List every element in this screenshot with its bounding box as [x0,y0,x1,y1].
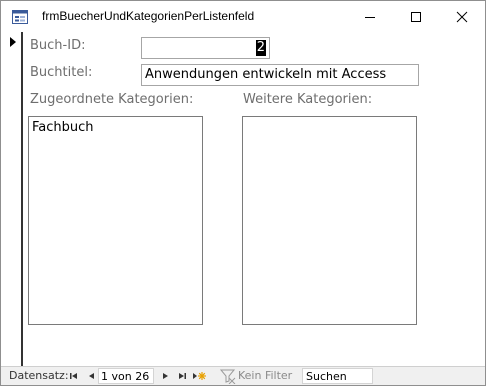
last-record-icon [179,373,186,379]
more-categories-label: Weitere Kategorien: [243,92,373,107]
next-record-icon [163,373,168,379]
minimize-icon [365,17,375,18]
next-record-button[interactable] [159,370,171,382]
new-record-icon [193,372,206,380]
record-navigation-bar: Datensatz: 1 von 26 Kein Filter Suchen [1,366,485,385]
list-item[interactable]: Fachbuch [29,117,202,135]
last-record-button[interactable] [176,370,188,382]
close-button[interactable] [439,1,485,32]
record-selector[interactable] [1,32,23,366]
form-body: Buch-ID: 2 Buchtitel: Anwendungen entwic… [1,32,485,366]
minimize-button[interactable] [347,1,393,32]
previous-record-icon [89,373,94,379]
no-filter-icon [219,368,236,385]
more-categories-listbox[interactable] [242,116,417,325]
book-title-label: Buchtitel: [30,65,93,80]
new-record-button[interactable] [192,370,206,382]
record-label: Datensatz: [9,369,69,382]
close-icon [456,11,468,23]
maximize-button[interactable] [393,1,439,32]
maximize-icon [411,12,421,22]
book-id-field[interactable]: 2 [141,37,270,59]
book-id-value: 2 [255,40,266,56]
current-record-input[interactable]: 1 von 26 [98,368,154,384]
filter-toggle-button[interactable]: Kein Filter [238,369,292,382]
current-record-arrow-icon [10,37,16,47]
first-record-button[interactable] [68,370,80,382]
window-title: frmBuecherUndKategorienPerListenfeld [42,9,255,23]
previous-record-button[interactable] [86,370,98,382]
first-record-icon [70,373,77,379]
search-input[interactable]: Suchen [302,368,373,384]
form-window: frmBuecherUndKategorienPerListenfeld Buc… [0,0,486,386]
assigned-categories-listbox[interactable]: Fachbuch [28,116,203,325]
book-title-field[interactable]: Anwendungen entwickeln mit Access [141,64,419,86]
title-bar[interactable]: frmBuecherUndKategorienPerListenfeld [1,1,485,32]
book-id-label: Buch-ID: [30,38,86,53]
form-icon [12,9,28,24]
assigned-categories-label: Zugeordnete Kategorien: [30,92,194,107]
